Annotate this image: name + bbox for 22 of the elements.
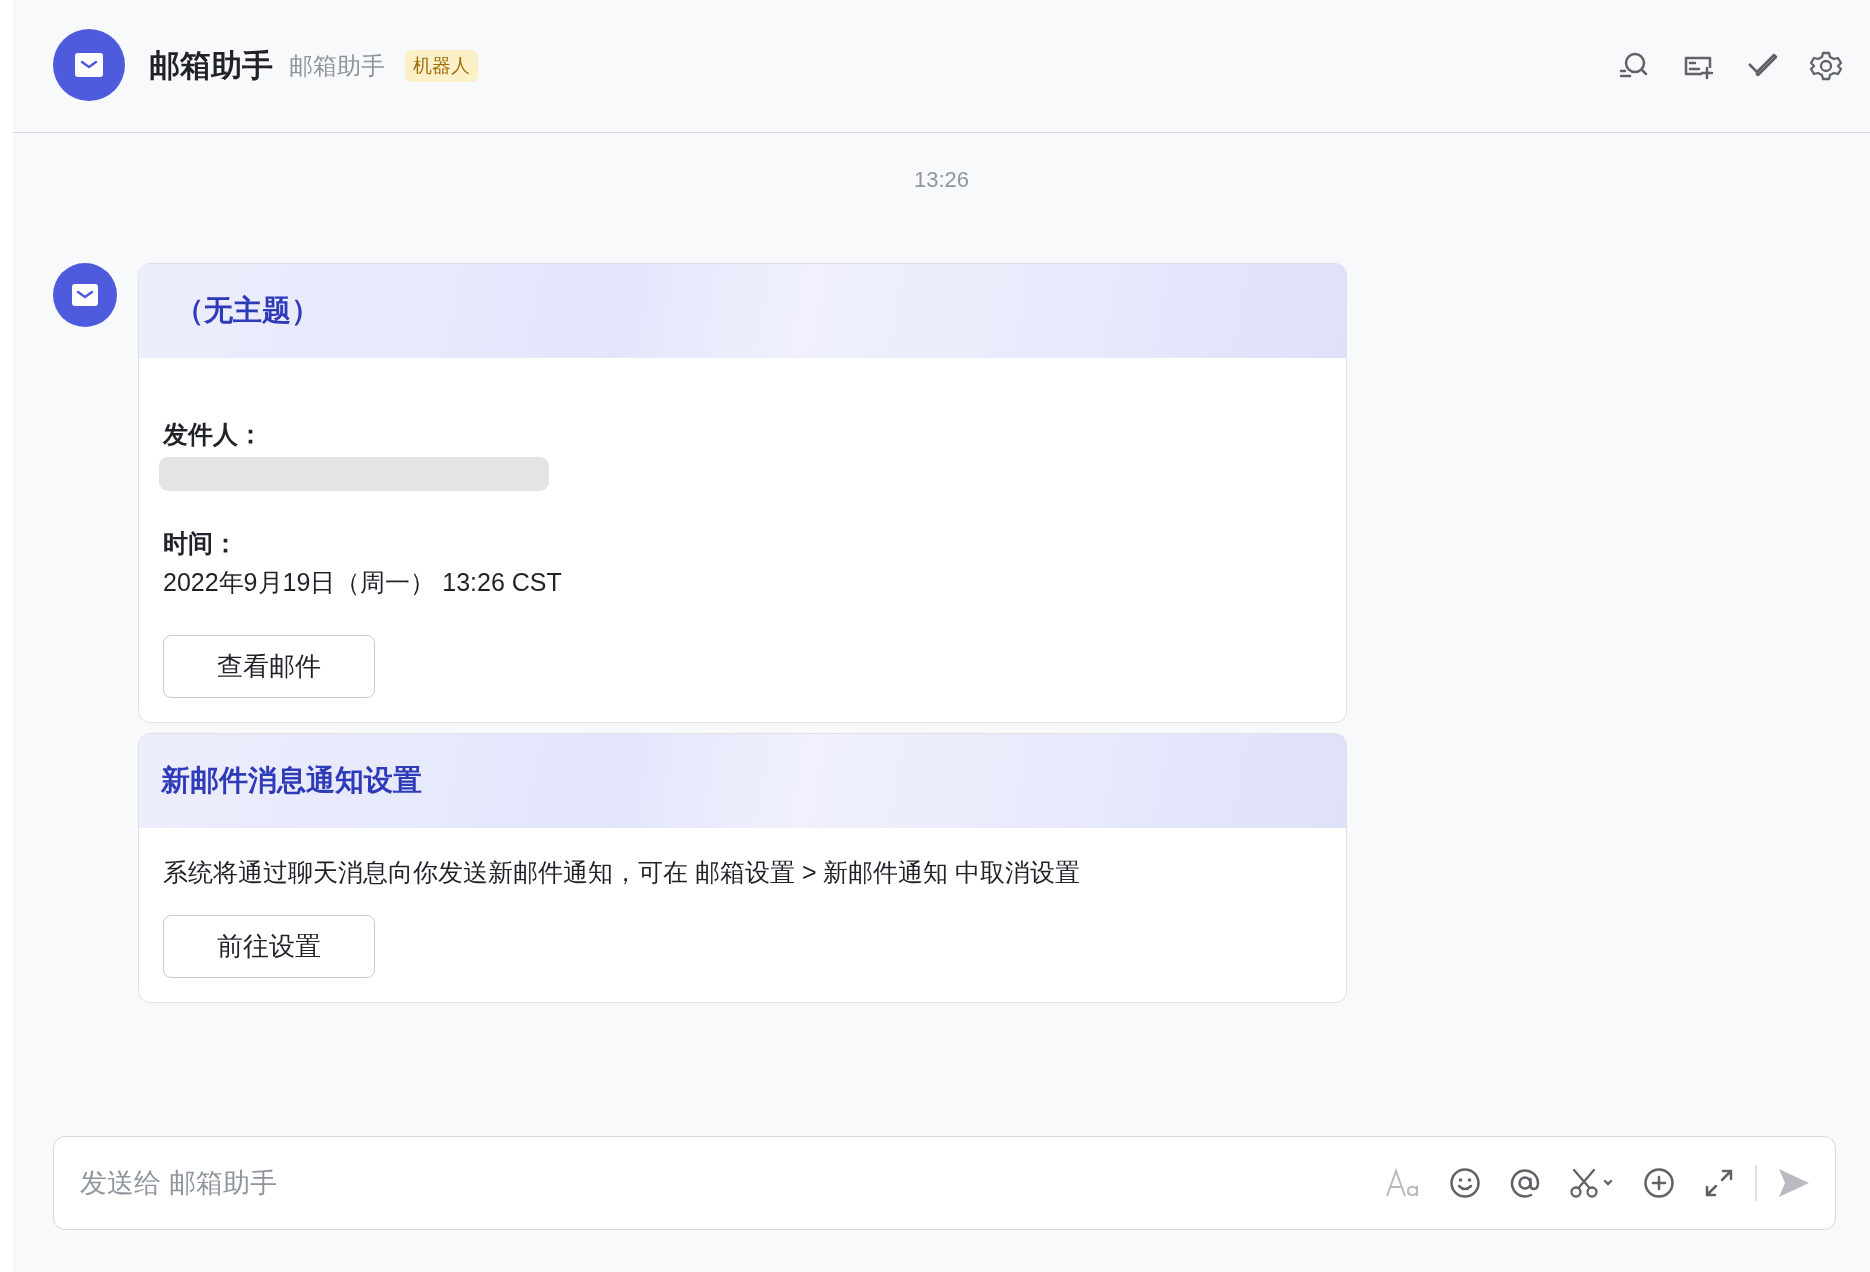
view-mail-button[interactable]: 查看邮件 bbox=[163, 635, 375, 698]
add-icon[interactable] bbox=[1643, 1167, 1675, 1199]
mail-avatar-icon bbox=[53, 263, 117, 327]
notice-text: 系统将通过聊天消息向你发送新邮件通知，可在 邮箱设置 > 新邮件通知 中取消设置 bbox=[163, 857, 1082, 888]
bot-badge: 机器人 bbox=[405, 50, 478, 82]
scissors-icon[interactable] bbox=[1569, 1167, 1615, 1199]
field-value: 2022年9月19日（周一） 13:26 CST bbox=[163, 567, 562, 598]
expand-icon[interactable] bbox=[1703, 1167, 1735, 1199]
message-timestamp: 13:26 bbox=[913, 167, 970, 193]
field-label: 时间： bbox=[163, 528, 238, 559]
chat-title: 邮箱助手 bbox=[149, 47, 273, 85]
settings-icon[interactable] bbox=[1810, 50, 1842, 82]
message-input[interactable]: 发送给 邮箱助手 bbox=[78, 1166, 1385, 1200]
message-composer[interactable]: 发送给 邮箱助手 bbox=[53, 1136, 1836, 1230]
mention-icon[interactable] bbox=[1509, 1167, 1541, 1199]
go-settings-button[interactable]: 前往设置 bbox=[163, 915, 375, 978]
card-title: 新邮件消息通知设置 bbox=[161, 763, 422, 798]
emoji-icon[interactable] bbox=[1449, 1167, 1481, 1199]
mail-avatar-icon bbox=[53, 29, 125, 101]
card-title: （无主题） bbox=[175, 293, 320, 328]
field-label: 发件人： bbox=[163, 419, 263, 450]
chat-subtitle: 邮箱助手 bbox=[289, 51, 385, 81]
